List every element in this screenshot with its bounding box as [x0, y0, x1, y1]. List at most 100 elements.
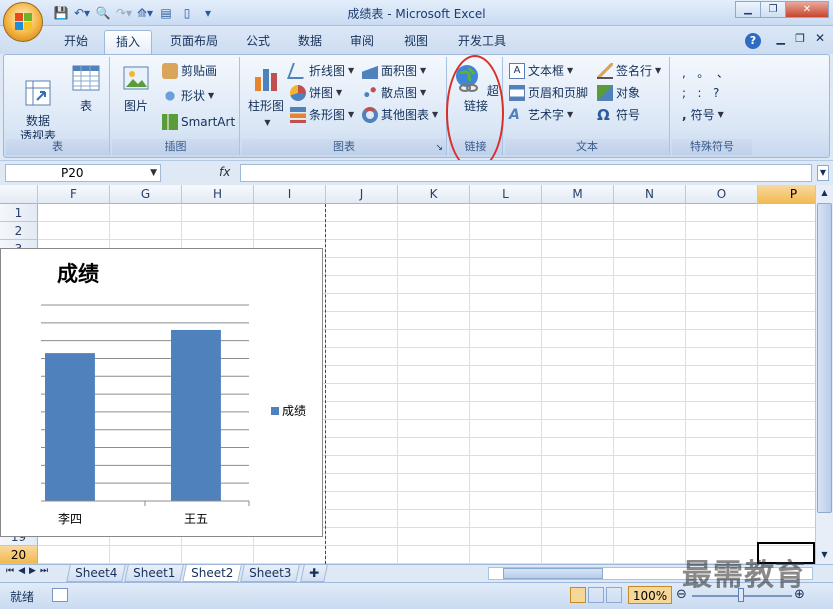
row-header-1[interactable]: 1	[0, 204, 38, 222]
clipart-icon	[162, 63, 178, 79]
formula-input[interactable]	[240, 164, 812, 182]
sheet-tab-sheet3[interactable]: Sheet3	[240, 565, 300, 582]
minimize-button[interactable]: ▁	[735, 1, 761, 18]
shapes-button[interactable]: 形状 ▼	[162, 86, 214, 106]
table-label: 表	[79, 99, 92, 113]
textbox-button[interactable]: A 文本框 ▼	[509, 61, 573, 81]
column-header-j[interactable]: J	[326, 185, 398, 204]
chart-area[interactable]: 成绩 李四 王五 成绩	[0, 248, 323, 537]
zoom-level[interactable]: 100%	[628, 586, 672, 604]
tab-page-layout[interactable]: 页面布局	[160, 30, 228, 54]
macro-record-icon[interactable]	[52, 588, 68, 602]
header-footer-label: 页眉和页脚	[528, 86, 589, 100]
line-chart-icon	[287, 63, 309, 79]
tab-developer[interactable]: 开发工具	[448, 30, 516, 54]
ribbon-restore-icon[interactable]: ❐	[795, 32, 805, 45]
sheet-tab-sheet1[interactable]: Sheet1	[124, 565, 184, 582]
column-header-k[interactable]: K	[398, 185, 470, 204]
smartart-button[interactable]: SmartArt	[162, 112, 235, 132]
column-chart-button[interactable]: 柱形图 ▼	[244, 59, 288, 130]
tab-insert[interactable]: 插入	[104, 30, 152, 54]
sheet-nav-arrows[interactable]: ⏮◀▶⏭	[6, 566, 52, 576]
grid-vline	[685, 204, 686, 564]
punctuation-row-2[interactable]: ; : ?	[682, 83, 719, 103]
column-header-p[interactable]: P	[758, 185, 815, 204]
worksheet-grid[interactable]: FGHIJKLMNOP 1234567891011121314151617181…	[0, 185, 815, 564]
sheet-tab-sheet2[interactable]: Sheet2	[182, 565, 242, 582]
symbol-button[interactable]: Ω 符号	[597, 105, 640, 125]
normal-view-icon[interactable]	[570, 587, 586, 603]
chart-bar-1	[45, 353, 95, 501]
column-header-m[interactable]: M	[542, 185, 614, 204]
area-chart-icon	[362, 63, 378, 79]
chart-category-label: 王五	[184, 512, 208, 526]
picture-button[interactable]: 图片	[116, 59, 156, 114]
object-button[interactable]: 对象	[597, 83, 640, 103]
close-button[interactable]: ✕	[785, 1, 829, 18]
select-all-corner[interactable]	[0, 185, 38, 204]
restore-button[interactable]: ❐	[760, 1, 786, 18]
tab-formulas[interactable]: 公式	[236, 30, 280, 54]
chevron-down-icon[interactable]: ▼	[150, 165, 157, 181]
office-button[interactable]	[3, 2, 43, 42]
sheet-tab-label: Sheet2	[190, 566, 234, 580]
ribbon-minimize-icon[interactable]: ▁	[777, 32, 785, 45]
column-header-o[interactable]: O	[686, 185, 758, 204]
chart-bar-2	[171, 329, 221, 501]
horizontal-scroll-thumb[interactable]	[503, 568, 603, 579]
dialog-launcher-icon[interactable]: ↘	[435, 143, 443, 153]
charts-group: 柱形图 ▼ 折线图 ▼ 饼图 ▼ 条形图 ▼ 面积图 ▼ 散点图 ▼ 其他图表 ▼ 图表 ↘	[242, 57, 447, 155]
area-chart-label: 面积图	[381, 64, 418, 78]
wordart-button[interactable]: A 艺术字 ▼	[509, 105, 573, 125]
pie-chart-button[interactable]: 饼图 ▼	[290, 83, 342, 103]
column-header-f[interactable]: F	[38, 185, 110, 204]
signature-line-button[interactable]: 签名行 ▼	[597, 61, 661, 81]
formula-bar: P20 ▼ fx ▼	[0, 160, 833, 184]
pivot-table-button[interactable]: 数据 透视表	[10, 59, 66, 144]
other-charts-icon	[362, 107, 378, 123]
row-header-2[interactable]: 2	[0, 222, 38, 240]
signature-label: 签名行	[616, 64, 653, 78]
scroll-up-icon[interactable]: ▲	[817, 186, 832, 200]
shapes-icon	[162, 88, 178, 104]
help-icon[interactable]: ?	[745, 33, 761, 49]
column-header-g[interactable]: G	[110, 185, 182, 204]
column-header-l[interactable]: L	[470, 185, 542, 204]
grid-vline	[613, 204, 614, 564]
table-button[interactable]: 表	[66, 59, 106, 114]
clipart-button[interactable]: 剪贴画	[162, 61, 217, 81]
other-charts-button[interactable]: 其他图表 ▼	[362, 105, 438, 125]
ribbon-close-icon[interactable]: ✕	[815, 31, 825, 45]
tab-view[interactable]: 视图	[394, 30, 438, 54]
page-break-view-icon[interactable]	[606, 587, 622, 603]
column-header-i[interactable]: I	[254, 185, 326, 204]
expand-formula-icon[interactable]: ▼	[817, 165, 829, 181]
row-header-20[interactable]: 20	[0, 546, 38, 564]
column-chart-label: 柱形图	[247, 99, 284, 113]
area-chart-button[interactable]: 面积图 ▼	[362, 61, 426, 81]
punctuation-row-1[interactable]: , 。 、	[682, 63, 729, 83]
special-symbol-button[interactable]: , 符号 ▼	[682, 105, 724, 125]
tab-data[interactable]: 数据	[288, 30, 332, 54]
omega-icon: Ω	[597, 106, 610, 124]
line-chart-button[interactable]: 折线图 ▼	[287, 61, 354, 81]
object-label: 对象	[616, 86, 641, 100]
view-buttons	[570, 587, 622, 603]
column-header-n[interactable]: N	[614, 185, 686, 204]
name-box[interactable]: P20 ▼	[5, 164, 161, 182]
insert-function-button[interactable]: fx	[219, 165, 230, 179]
insert-sheet-button[interactable]: ✚	[300, 565, 328, 582]
header-footer-button[interactable]: 页眉和页脚	[509, 83, 588, 103]
column-header-h[interactable]: H	[182, 185, 254, 204]
tab-review[interactable]: 审阅	[340, 30, 384, 54]
scroll-down-icon[interactable]: ▼	[817, 548, 832, 562]
highlight-circle	[446, 55, 504, 171]
sheet-tab-sheet4[interactable]: Sheet4	[66, 565, 126, 582]
tab-home[interactable]: 开始	[52, 30, 100, 54]
page-layout-view-icon[interactable]	[588, 587, 604, 603]
scroll-thumb[interactable]	[817, 203, 832, 513]
bar-chart-button[interactable]: 条形图 ▼	[290, 105, 354, 125]
vertical-scrollbar[interactable]: ▲ ▼	[815, 185, 833, 564]
object-icon	[597, 85, 613, 101]
scatter-chart-button[interactable]: 散点图 ▼	[362, 83, 426, 103]
